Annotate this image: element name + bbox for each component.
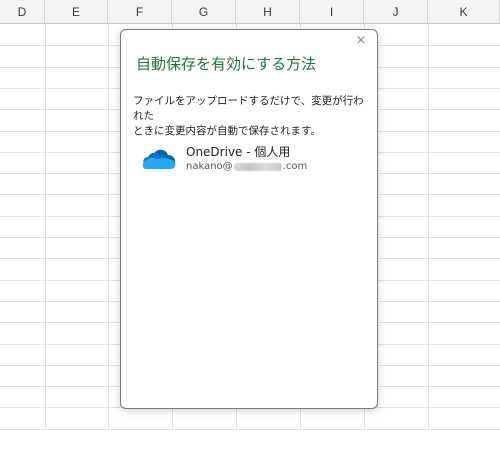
description-line-2: ときに変更内容が自動で保存されます。 (133, 125, 321, 137)
close-icon: × (355, 33, 367, 48)
column-gridline (45, 24, 46, 430)
column-gridline (428, 24, 429, 430)
column-header-i[interactable]: I (300, 0, 364, 24)
account-name: OneDrive - 個人用 (186, 145, 291, 159)
email-suffix: .com (282, 161, 308, 172)
column-gridline (108, 24, 109, 430)
column-header-k[interactable]: K (428, 0, 500, 24)
column-header-f[interactable]: F (108, 0, 172, 24)
onedrive-cloud-icon (142, 149, 176, 169)
column-header-h[interactable]: H (236, 0, 300, 24)
email-prefix: nakano@ (186, 161, 233, 172)
dialog-description: ファイルをアップロードするだけで、変更が行われた ときに変更内容が自動で保存され… (133, 94, 371, 139)
dialog-title: 自動保存を有効にする方法 (136, 55, 317, 73)
account-email: nakano@ .com (186, 160, 307, 173)
onedrive-account-option[interactable]: OneDrive - 個人用 nakano@ .com (141, 141, 361, 177)
redacted-email-segment (233, 162, 282, 171)
sheet-bottom-area (0, 430, 500, 453)
column-header-e[interactable]: E (45, 0, 108, 24)
column-header-g[interactable]: G (172, 0, 236, 24)
column-header-d[interactable]: D (0, 0, 45, 24)
autosave-dialog: × 自動保存を有効にする方法 ファイルをアップロードするだけで、変更が行われた … (120, 29, 378, 409)
column-header-j[interactable]: J (364, 0, 428, 24)
close-button[interactable]: × (353, 33, 369, 49)
description-line-1: ファイルをアップロードするだけで、変更が行われた (133, 95, 364, 122)
